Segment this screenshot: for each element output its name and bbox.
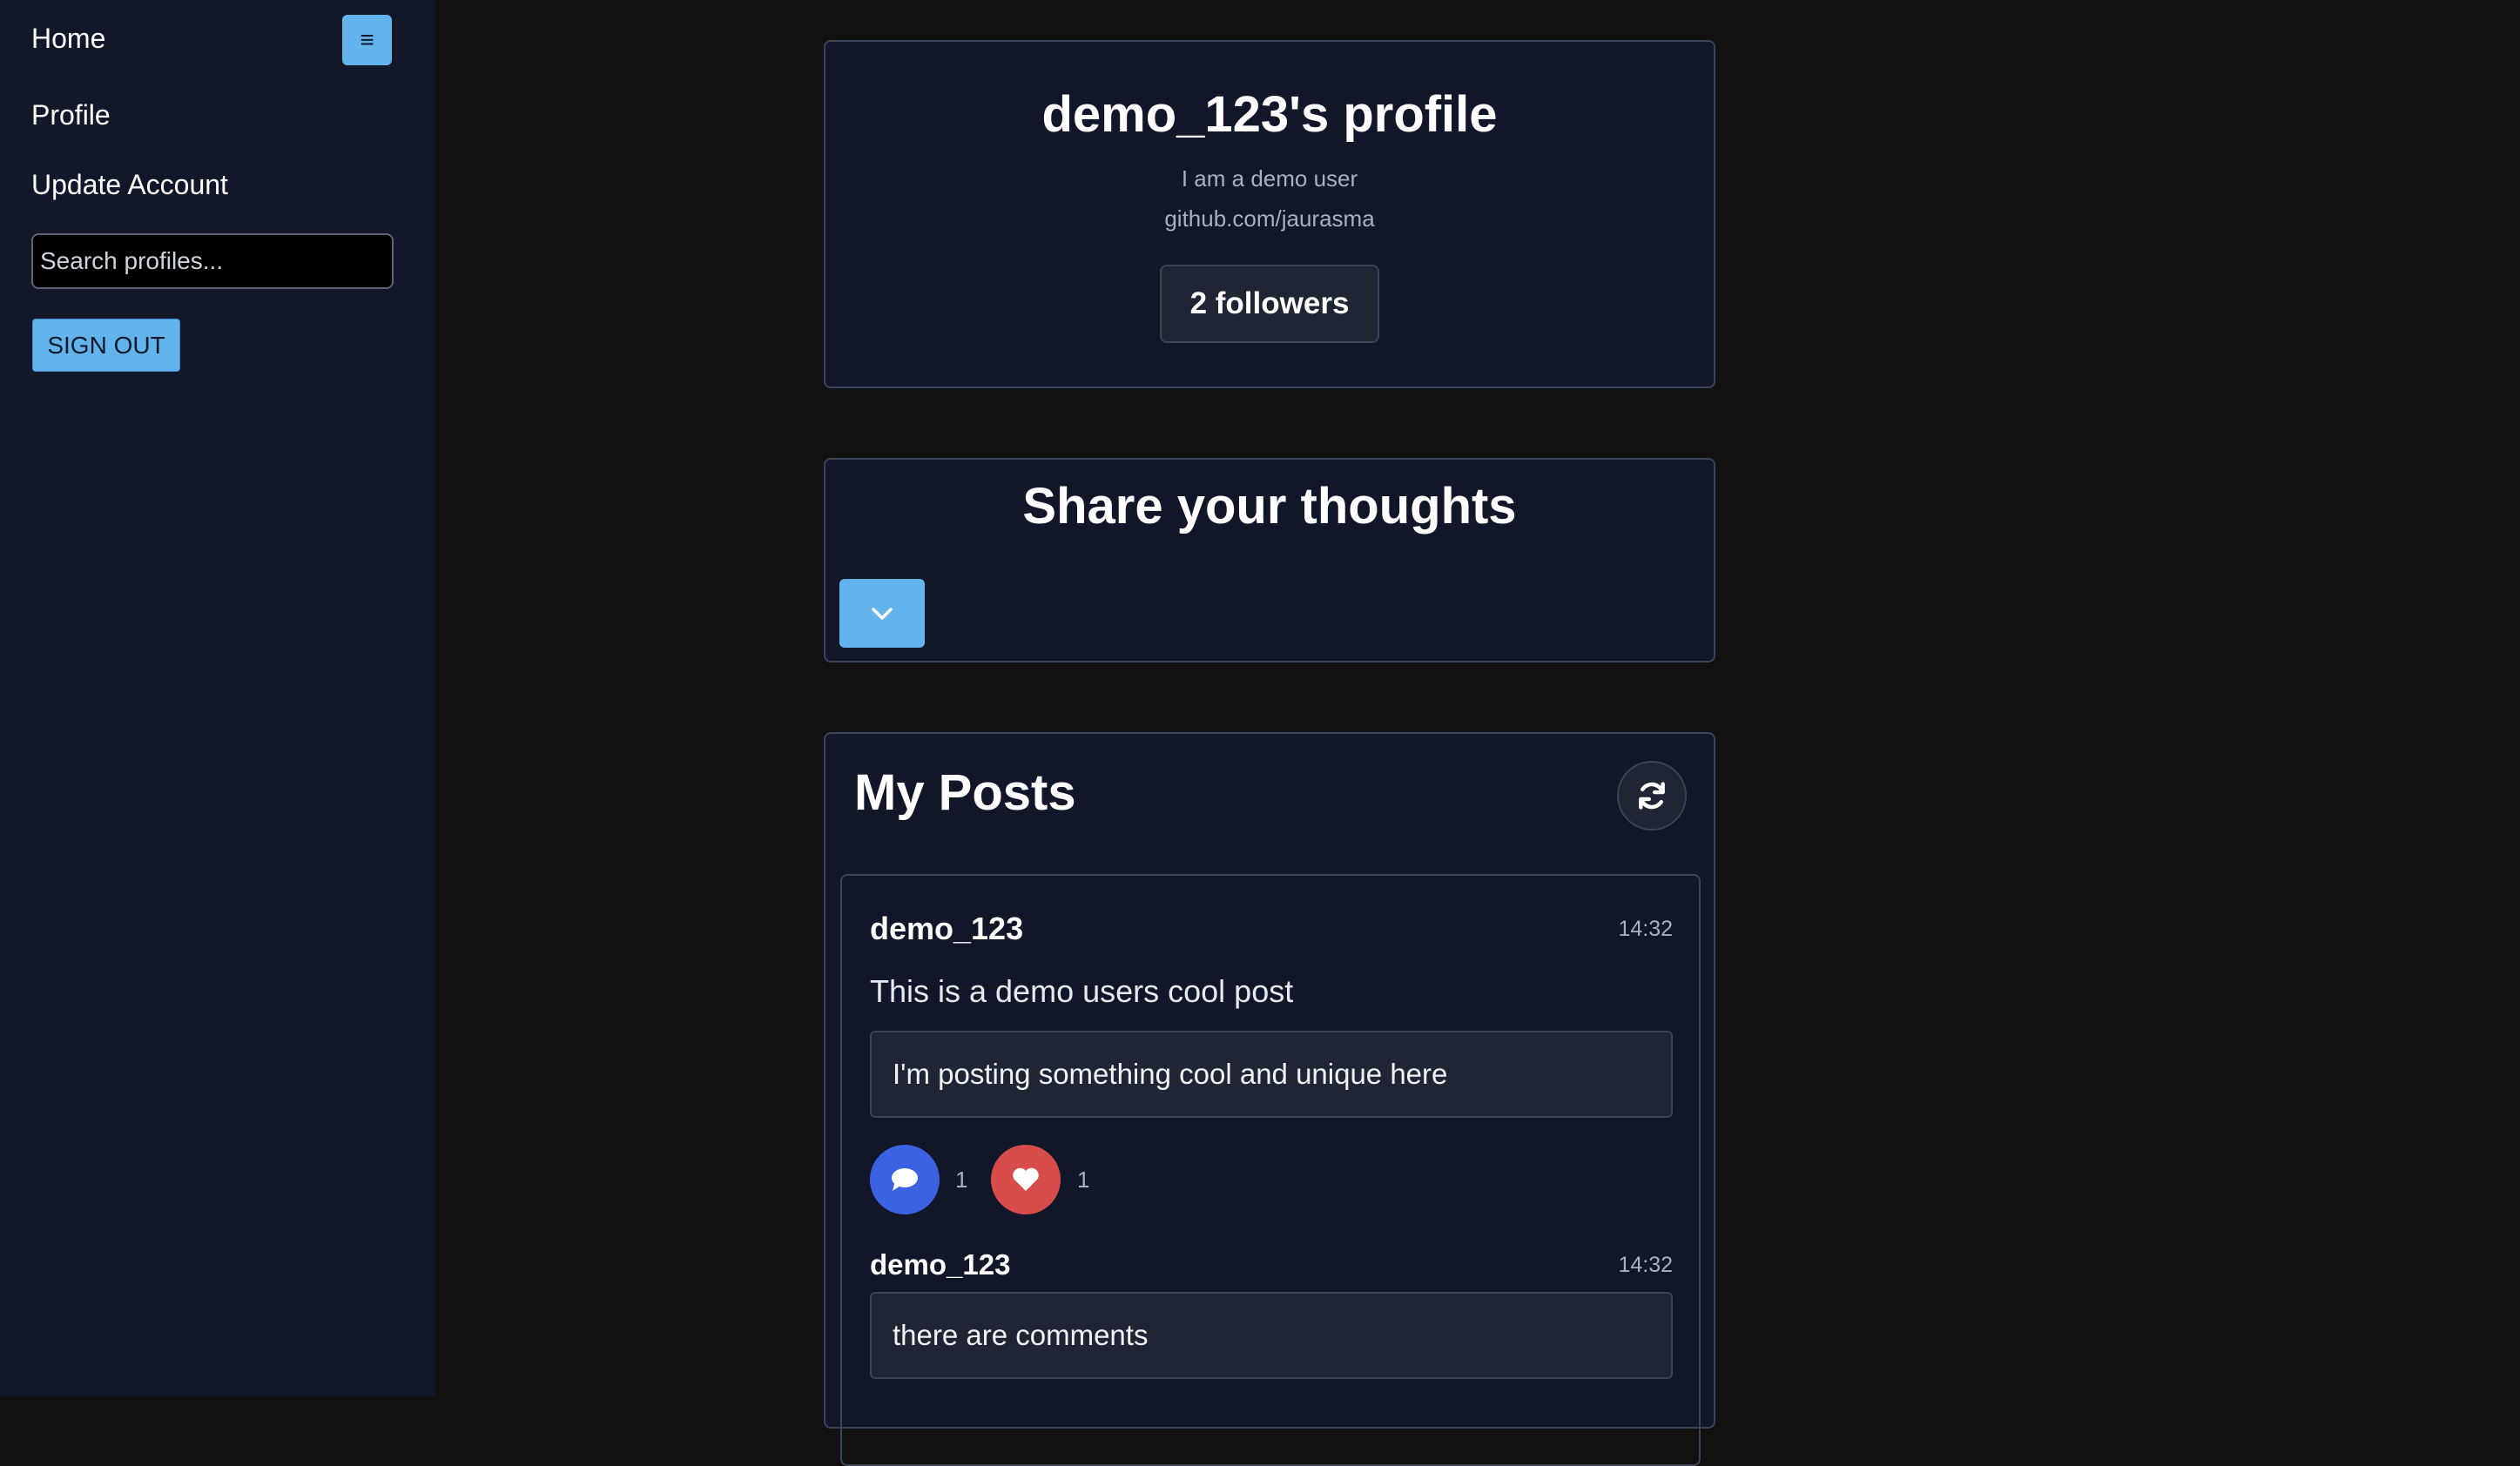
profile-card: demo_123's profile I am a demo user gith… [824,40,1715,388]
profile-website: github.com/jaurasma [1164,205,1375,232]
comment-icon [892,1168,918,1191]
sign-out-button[interactable]: SIGN OUT [32,319,180,372]
comment-timestamp: 14:32 [1618,1253,1673,1277]
refresh-posts-button[interactable] [1617,761,1687,831]
refresh-icon [1639,782,1665,810]
post-timestamp: 14:32 [1618,917,1673,941]
comment-body: there are comments [870,1292,1673,1379]
search-profiles-input[interactable] [31,233,394,289]
share-thoughts-title: Share your thoughts [1022,478,1517,535]
post-author[interactable]: demo_123 [870,911,1023,947]
menu-toggle-button[interactable]: ≡ [342,15,392,65]
my-posts-card: My Posts demo_123 14:32 This is a demo u… [824,732,1715,1466]
comment-author[interactable]: demo_123 [870,1248,1010,1281]
profile-bio: I am a demo user [1181,165,1358,192]
post-body: I'm posting something cool and unique he… [870,1031,1673,1118]
profile-title: demo_123's profile [1041,86,1498,143]
comment-count: 1 [955,1167,968,1193]
followers-button[interactable]: 2 followers [1160,265,1379,343]
chevron-down-icon [872,607,893,620]
like-button[interactable] [991,1145,1061,1214]
like-count: 1 [1077,1167,1090,1193]
sidebar: Home ≡ Profile Update Account SIGN OUT [0,0,435,1396]
nav-profile-link[interactable]: Profile [31,99,111,131]
nav-update-account-link[interactable]: Update Account [31,169,228,201]
my-posts-title: My Posts [854,764,1076,821]
share-thoughts-card: Share your thoughts [824,458,1715,662]
hamburger-icon: ≡ [360,26,374,53]
comment-button[interactable] [870,1145,940,1214]
heart-icon [1013,1167,1039,1191]
nav-home-link[interactable]: Home [31,23,105,55]
post-title: This is a demo users cool post [870,973,1294,1009]
expand-post-form-button[interactable] [839,579,925,648]
post-item: demo_123 14:32 This is a demo users cool… [840,874,1701,1466]
